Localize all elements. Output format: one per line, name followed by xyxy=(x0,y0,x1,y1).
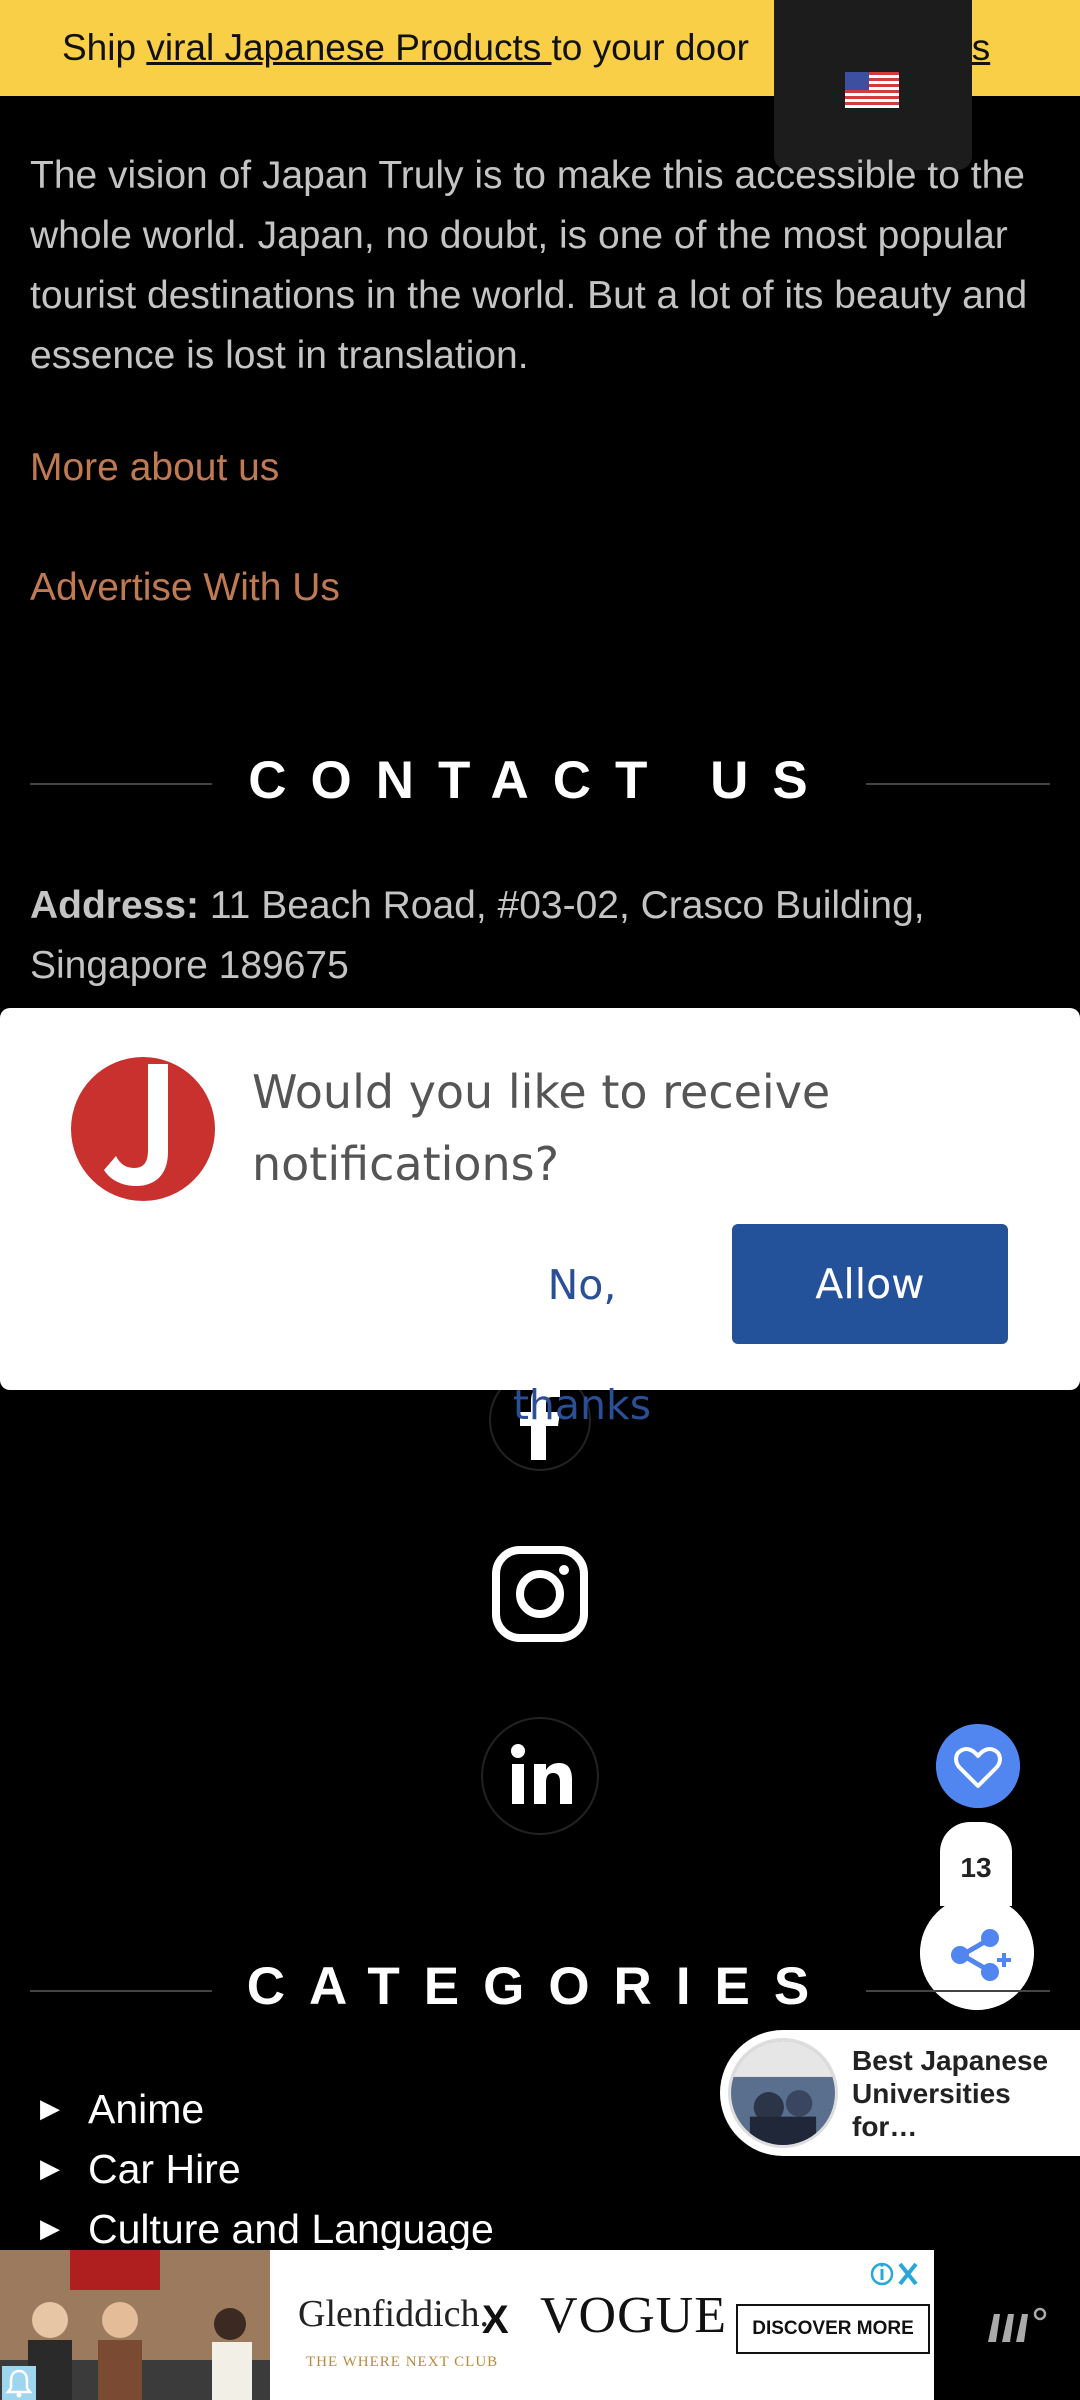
japan-truly-logo xyxy=(71,1057,215,1201)
more-about-us-link[interactable]: More about us xyxy=(30,446,279,490)
promo-middle: to your door xyxy=(551,27,749,68)
categories-heading: CATEGORIES xyxy=(246,1957,834,2016)
related-article-card[interactable]: Best Japanese Universities for… xyxy=(720,2030,1080,2156)
ad-close-icon[interactable] xyxy=(870,2256,926,2292)
ad-banner[interactable]: Glenfiddich. THE WHERE NEXT CLUB X VOGUE… xyxy=(0,2250,934,2400)
triangle-right-icon: ▶ xyxy=(40,2152,60,2183)
advertise-link[interactable]: Advertise With Us xyxy=(30,566,340,610)
divider xyxy=(30,1990,212,1992)
divider xyxy=(30,783,212,785)
ad-partner: VOGUE xyxy=(540,2287,727,2344)
divider xyxy=(866,1990,1050,1992)
heart-like-button[interactable] xyxy=(936,1724,1020,1808)
contact-heading: CONTACT US xyxy=(248,751,832,810)
like-count-badge: 13 xyxy=(940,1822,1012,1906)
notification-message: Would you like to receive notifications? xyxy=(252,1065,831,1191)
category-item[interactable]: ▶ Culture and Language xyxy=(40,2206,494,2253)
language-switcher[interactable] xyxy=(774,0,972,170)
ad-collab-x: X xyxy=(482,2298,509,2342)
category-item[interactable]: ▶ Car Hire xyxy=(40,2146,241,2193)
ad-brand: Glenfiddich. xyxy=(298,2293,490,2335)
triangle-right-icon: ▶ xyxy=(40,2212,60,2243)
bell-icon[interactable] xyxy=(2,2366,36,2400)
ad-brand-tagline: THE WHERE NEXT CLUB xyxy=(306,2354,499,2370)
triangle-right-icon: ▶ xyxy=(40,2092,60,2123)
promo-prefix: Ship xyxy=(62,27,147,68)
related-article-title: Best Japanese Universities for… xyxy=(852,2045,1049,2142)
category-label: Car Hire xyxy=(88,2146,241,2192)
us-flag-icon xyxy=(845,72,899,108)
allow-button[interactable]: Allow xyxy=(732,1224,1008,1344)
share-button[interactable] xyxy=(920,1896,1034,2010)
article-thumbnail xyxy=(728,2038,838,2148)
instagram-icon[interactable] xyxy=(488,1542,592,1646)
promo-link[interactable]: viral Japanese Products xyxy=(146,27,551,68)
address: Address: 11 Beach Road, #03-02, Crasco B… xyxy=(30,876,1050,996)
no-thanks-button[interactable]: No, thanks xyxy=(470,1224,694,1429)
vision-paragraph: The vision of Japan Truly is to make thi… xyxy=(30,154,1028,377)
category-label: Anime xyxy=(88,2086,205,2132)
linkedin-icon[interactable] xyxy=(480,1716,600,1836)
category-label: Culture and Language xyxy=(88,2206,494,2252)
publisher-logo-icon xyxy=(988,2307,1047,2342)
ad-photo xyxy=(0,2250,270,2400)
address-label: Address: xyxy=(30,884,200,927)
category-item[interactable]: ▶ Anime xyxy=(40,2086,204,2133)
ad-cta-button[interactable]: DISCOVER MORE xyxy=(736,2304,930,2354)
divider xyxy=(866,783,1050,785)
notification-prompt: Would you like to receive notifications?… xyxy=(0,1008,1080,1429)
